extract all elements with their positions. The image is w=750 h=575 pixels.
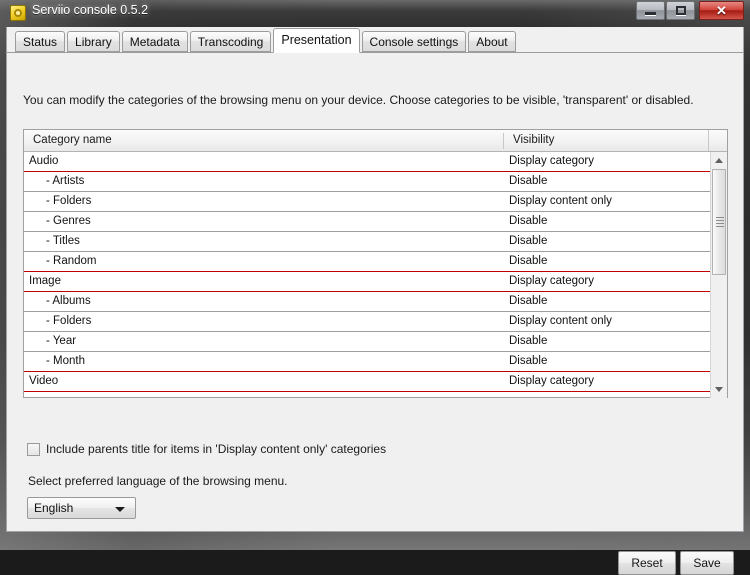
scroll-up-button[interactable] bbox=[711, 152, 727, 169]
table-body: AudioDisplay category- ArtistsDisable- F… bbox=[24, 152, 712, 398]
cell-category-name: - Random bbox=[29, 252, 97, 271]
tab-metadata[interactable]: Metadata bbox=[122, 31, 188, 52]
table-row[interactable]: - Folders Display content only bbox=[24, 192, 712, 212]
maximize-button[interactable] bbox=[666, 1, 695, 20]
tab-status[interactable]: Status bbox=[15, 31, 65, 52]
tab-console-settings[interactable]: Console settings bbox=[362, 31, 467, 52]
minimize-icon bbox=[645, 12, 656, 15]
tab-bar: StatusLibraryMetadataTranscodingPresenta… bbox=[7, 27, 743, 53]
table-row[interactable]: - Titles Disable bbox=[24, 232, 712, 252]
tab-transcoding[interactable]: Transcoding bbox=[190, 31, 272, 52]
save-button[interactable]: Save bbox=[680, 551, 734, 575]
table-row[interactable]: - Month Disable bbox=[24, 352, 712, 372]
table-row[interactable]: - Artists Disable bbox=[24, 172, 712, 192]
tab-about[interactable]: About bbox=[468, 31, 515, 52]
reset-button[interactable]: Reset bbox=[618, 551, 676, 575]
table-row[interactable]: - Year Disable bbox=[24, 332, 712, 352]
title-bar[interactable]: Serviio console 0.5.2 ✕ bbox=[0, 0, 750, 27]
cell-visibility[interactable]: Display category bbox=[509, 372, 594, 391]
cell-visibility[interactable]: Disable bbox=[509, 212, 547, 231]
cell-visibility[interactable]: Display content only bbox=[509, 192, 612, 211]
window-title: Serviio console 0.5.2 bbox=[32, 3, 148, 17]
cell-visibility[interactable]: Disable bbox=[509, 352, 547, 371]
close-icon: ✕ bbox=[716, 4, 727, 17]
column-header-category-name[interactable]: Category name bbox=[33, 130, 112, 151]
panel-description: You can modify the categories of the bro… bbox=[23, 93, 694, 107]
include-parents-checkbox[interactable] bbox=[27, 443, 40, 456]
header-divider[interactable] bbox=[503, 133, 504, 149]
cell-category-name: - Albums bbox=[29, 292, 91, 311]
tab-library[interactable]: Library bbox=[67, 31, 120, 52]
language-selected-value: English bbox=[34, 498, 73, 518]
tab-presentation[interactable]: Presentation bbox=[273, 28, 359, 53]
cell-visibility[interactable]: Disable bbox=[509, 332, 547, 351]
table-vertical-scrollbar[interactable] bbox=[710, 152, 727, 398]
cell-category-name: - Month bbox=[29, 352, 85, 371]
header-divider-right bbox=[708, 130, 709, 151]
maximize-icon bbox=[676, 6, 686, 15]
cell-visibility[interactable]: Display category bbox=[509, 152, 594, 171]
table-row[interactable]: Image Display category bbox=[24, 271, 712, 292]
minimize-button[interactable] bbox=[636, 1, 665, 20]
cell-category-name: - Genres bbox=[29, 212, 91, 231]
table-header: Category name Visibility bbox=[24, 130, 727, 152]
cell-visibility[interactable]: Display content only bbox=[509, 312, 612, 331]
presentation-panel: You can modify the categories of the bro… bbox=[7, 53, 743, 531]
column-header-visibility[interactable]: Visibility bbox=[513, 130, 554, 151]
language-description: Select preferred language of the browsin… bbox=[28, 474, 288, 488]
cell-visibility[interactable]: Disable bbox=[509, 292, 547, 311]
chevron-down-icon bbox=[115, 507, 125, 512]
cell-category-name: - Artists bbox=[29, 172, 84, 191]
language-select[interactable]: English bbox=[27, 497, 136, 519]
cell-category-name: - Folders bbox=[29, 192, 91, 211]
cell-category-name: Video bbox=[29, 372, 58, 391]
cell-visibility[interactable]: Disable bbox=[509, 172, 547, 191]
scrollbar-grip-icon bbox=[716, 220, 724, 221]
scrollbar-thumb[interactable] bbox=[712, 169, 726, 275]
table-row[interactable]: - Genres Disable bbox=[24, 212, 712, 232]
table-row[interactable]: - Folders Display content only bbox=[24, 312, 712, 332]
scroll-down-icon bbox=[715, 387, 723, 392]
scroll-down-button[interactable] bbox=[711, 381, 727, 398]
cell-category-name: - Year bbox=[29, 332, 76, 351]
table-row[interactable]: Video Display category bbox=[24, 371, 712, 392]
app-icon bbox=[10, 5, 26, 21]
table-row[interactable]: - Random Disable bbox=[24, 252, 712, 272]
cell-category-name: - Titles bbox=[29, 232, 80, 251]
close-button[interactable]: ✕ bbox=[699, 1, 744, 20]
client-area: StatusLibraryMetadataTranscodingPresenta… bbox=[6, 27, 744, 532]
categories-table: Category name Visibility Audio Display ca… bbox=[23, 129, 728, 398]
cell-category-name: - Folders bbox=[29, 312, 91, 331]
cell-visibility[interactable]: Display category bbox=[509, 272, 594, 291]
application-window: Serviio console 0.5.2 ✕ StatusLibraryMet… bbox=[0, 0, 750, 550]
cell-visibility[interactable]: Disable bbox=[509, 232, 547, 251]
table-row[interactable]: - Albums Disable bbox=[24, 292, 712, 312]
cell-visibility[interactable]: Disable bbox=[509, 252, 547, 271]
scroll-up-icon bbox=[715, 158, 723, 163]
cell-category-name: Audio bbox=[29, 152, 58, 171]
table-row[interactable]: Audio Display category bbox=[24, 152, 712, 172]
include-parents-label: Include parents title for items in 'Disp… bbox=[46, 441, 386, 458]
cell-category-name: Image bbox=[29, 272, 61, 291]
